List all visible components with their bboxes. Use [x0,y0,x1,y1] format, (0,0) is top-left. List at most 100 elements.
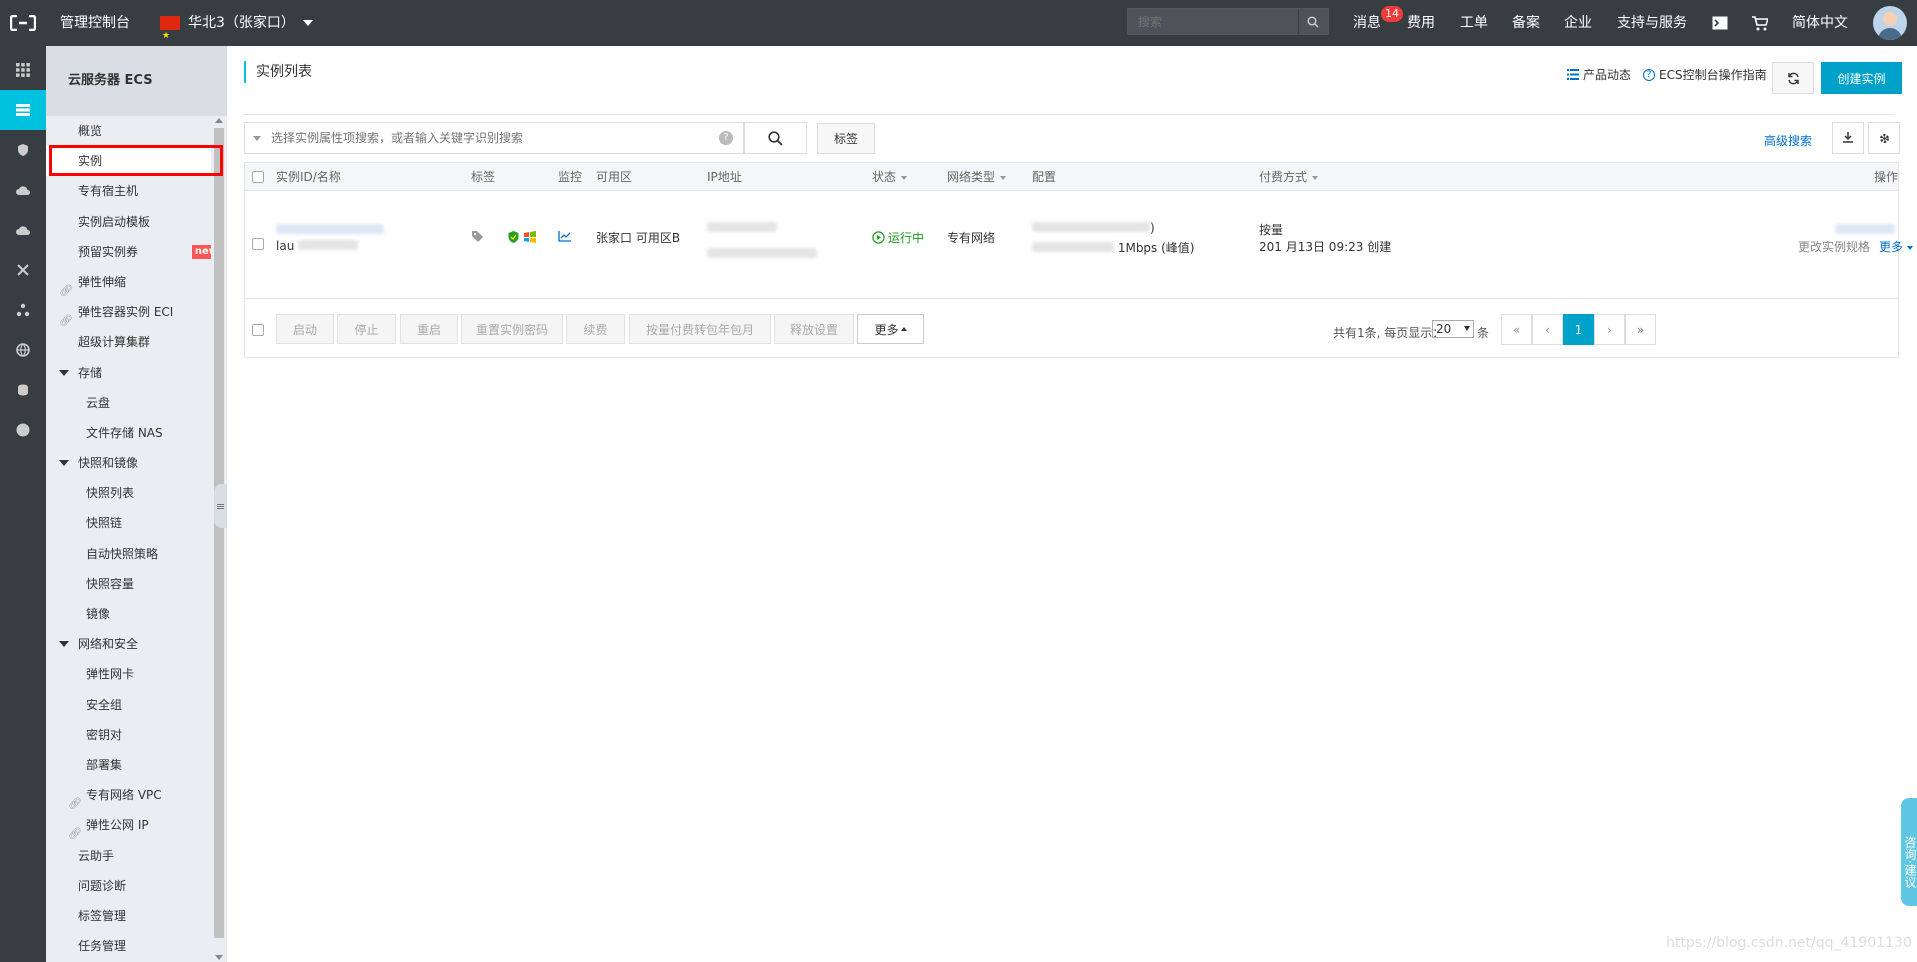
page-next-button[interactable]: › [1594,314,1625,345]
start-button[interactable]: 启动 [276,314,334,344]
nav-support[interactable]: 支持与服务 [1617,0,1687,46]
filter-input[interactable] [269,130,719,146]
sidebar-item-diagnosis[interactable]: 问题诊断 [46,871,211,901]
page-first-button[interactable]: « [1501,314,1532,345]
convert-billing-button[interactable]: 按量付费转包年包月 [629,314,771,344]
sidebar-group-snapshots-images[interactable]: 快照和镜像 [46,448,211,478]
sidebar-item-super-computing[interactable]: 超级计算集群 [46,327,211,357]
sidebar-item-disks[interactable]: 云盘 [46,388,211,418]
monitor-chart-icon[interactable] [558,231,571,245]
nav-billing[interactable]: 费用 [1407,0,1435,46]
globe-icon[interactable] [0,330,46,370]
scrollbar-thumb[interactable] [214,128,224,938]
circle-icon[interactable] [0,410,46,450]
global-search-input[interactable] [1128,13,1298,30]
region-selector[interactable]: 华北3（张家口） [160,0,313,59]
page-size-select[interactable]: 20 [1432,320,1474,338]
sidebar-item-auto-scaling[interactable]: 🔗︎ 弹性伸缩 [46,267,211,297]
sidebar-item-images[interactable]: 镜像 [46,599,211,629]
col-network-type[interactable]: 网络类型 [947,163,1007,191]
tag-icon[interactable] [471,230,484,246]
sidebar-item-cloud-assistant[interactable]: 云助手 [46,841,211,871]
terminal-icon[interactable] [1712,0,1728,46]
col-billing[interactable]: 付费方式 [1259,163,1319,191]
stop-button[interactable]: 停止 [337,314,396,344]
op-more-dropdown[interactable]: 更多 [1879,238,1913,255]
guide-link[interactable]: ? ECS控制台操作指南 [1643,66,1767,83]
sidebar-item-overview[interactable]: 概览 [46,116,211,146]
user-avatar[interactable] [1873,6,1907,40]
filter-dropdown-icon[interactable] [245,135,269,141]
cart-icon[interactable] [1752,0,1770,46]
sidebar-item-task-management[interactable]: 任务管理 [46,931,211,961]
nav-enterprise[interactable]: 企业 [1564,0,1592,46]
scroll-down-icon[interactable] [215,955,223,960]
network-cross-icon[interactable] [0,250,46,290]
nodes-icon[interactable] [0,290,46,330]
op-change-spec-link[interactable]: 更改实例规格 [1798,238,1870,255]
refresh-button[interactable] [1772,62,1814,94]
search-icon[interactable] [1298,9,1326,34]
sidebar-item-snapshot-capacity[interactable]: 快照容量 [46,569,211,599]
page-current-button[interactable]: 1 [1563,314,1594,345]
sidebar-item-label: 弹性容器实例 ECI [78,305,174,320]
sidebar-item-vpc[interactable]: 🔗︎ 专有网络 VPC [46,780,211,810]
release-settings-button[interactable]: 释放设置 [774,314,854,344]
search-button[interactable] [744,122,807,154]
sidebar-item-eci[interactable]: 🔗︎ 弹性容器实例 ECI [46,297,211,327]
sidebar-item-snapshot-chain[interactable]: 快照链 [46,508,211,538]
console-title[interactable]: 管理控制台 [60,0,130,46]
database-icon[interactable] [0,370,46,410]
export-button[interactable] [1832,122,1864,154]
sidebar-item-security-groups[interactable]: 安全组 [46,690,211,720]
scroll-up-icon[interactable] [215,118,223,123]
sidebar-item-eni[interactable]: 弹性网卡 [46,659,211,689]
shield-icon[interactable] [0,130,46,170]
nav-messages[interactable]: 消息 14 [1353,0,1403,46]
tag-button[interactable]: 标签 [817,123,875,154]
row-checkbox[interactable] [252,238,264,250]
sidebar-item-launch-templates[interactable]: 实例启动模板 [46,207,211,237]
sidebar-group-storage[interactable]: 存储 [46,358,211,388]
language-switch[interactable]: 简体中文 [1792,0,1848,46]
cloud-upload-icon[interactable] [0,210,46,250]
sidebar-item-deployment-sets[interactable]: 部署集 [46,750,211,780]
sidebar-collapse-handle[interactable]: ≡ [214,484,227,528]
instance-id-link[interactable] [276,223,384,237]
nav-icp[interactable]: 备案 [1512,0,1540,46]
footer-select-all-checkbox[interactable] [252,324,264,336]
question-icon[interactable]: ? [719,131,733,145]
ecs-server-icon[interactable] [0,90,46,130]
more-actions-button[interactable]: 更多 [857,314,924,344]
page-last-button[interactable]: » [1625,314,1656,345]
sidebar-item-eip[interactable]: 🔗︎ 弹性公网 IP [46,810,211,840]
sidebar-item-dedicated-hosts[interactable]: 专有宿主机 [46,176,211,206]
sidebar-item-instances[interactable]: 实例 [46,146,211,177]
product-news-link[interactable]: 产品动态 [1567,66,1631,83]
restart-button[interactable]: 重启 [400,314,458,344]
sidebar-scrollbar[interactable] [211,116,227,962]
sidebar-item-tag-management[interactable]: 标签管理 [46,901,211,931]
sidebar-item-nas[interactable]: 文件存储 NAS [46,418,211,448]
sidebar-item-auto-snapshot-policy[interactable]: 自动快照策略 [46,539,211,569]
billing-type: 按量 [1259,223,1284,237]
col-status[interactable]: 状态 [872,163,908,191]
sidebar-item-reserved-instances[interactable]: 预留实例券 new [46,237,221,267]
create-instance-button[interactable]: 创建实例 [1821,62,1902,94]
page-prev-button[interactable]: ‹ [1532,314,1563,345]
reset-password-button[interactable]: 重置实例密码 [461,314,563,344]
sidebar-group-network-security[interactable]: 网络和安全 [46,629,211,659]
top-navigation-bar: 管理控制台 华北3（张家口） 消息 14 费用 工单 备案 企业 支持与服务 简… [0,0,1917,59]
cloud-icon[interactable] [0,170,46,210]
sidebar-item-snapshot-list[interactable]: 快照列表 [46,478,211,508]
settings-button[interactable] [1868,122,1900,154]
consult-feedback-tab[interactable]: 咨询·建议 [1901,798,1917,906]
nav-tickets[interactable]: 工单 [1460,0,1488,46]
op-remote-connect-link[interactable] [1835,223,1895,237]
renew-button[interactable]: 续费 [566,314,625,344]
aliyun-logo-icon[interactable] [0,0,46,46]
advanced-search-link[interactable]: 高级搜索 [1764,132,1812,149]
grid-menu-icon[interactable] [0,50,46,90]
select-all-checkbox[interactable] [252,171,264,183]
sidebar-item-key-pairs[interactable]: 密钥对 [46,720,211,750]
